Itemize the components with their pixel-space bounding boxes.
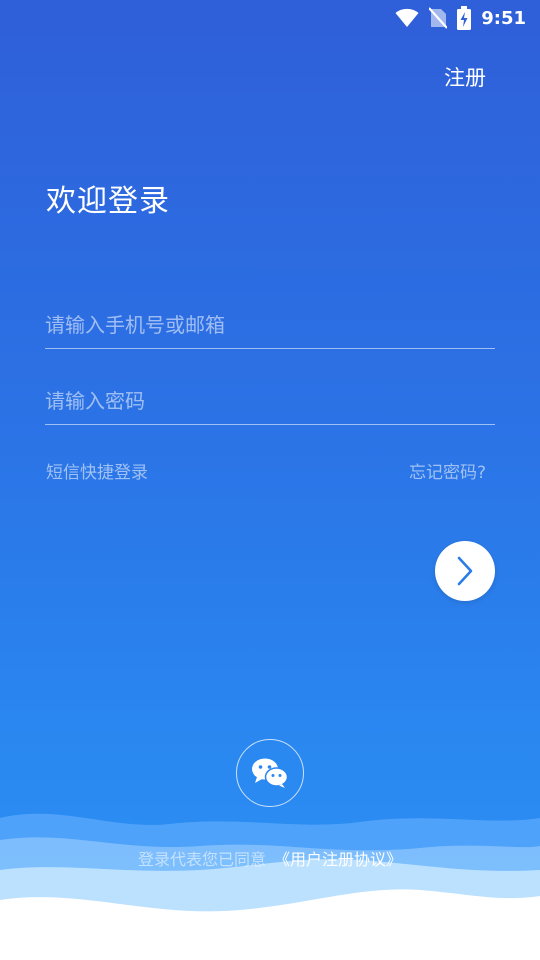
phone-email-input[interactable] [45, 302, 495, 348]
battery-charging-icon [457, 6, 472, 30]
login-submit-button[interactable] [435, 541, 495, 601]
password-input[interactable] [45, 378, 495, 424]
no-sim-icon [429, 7, 448, 29]
forgot-password-link[interactable]: 忘记密码? [409, 458, 486, 483]
wifi-icon [395, 8, 419, 28]
register-link[interactable]: 注册 [444, 62, 486, 92]
page-title: 欢迎登录 [46, 184, 170, 219]
agreement-prefix: 登录代表您已同意 [137, 850, 266, 869]
phone-email-field-container [45, 302, 495, 349]
wechat-icon [251, 757, 289, 789]
wechat-login-button[interactable] [236, 739, 304, 807]
password-field-container [45, 378, 495, 425]
agreement-text: 登录代表您已同意 《用户注册协议》 [0, 846, 540, 870]
user-agreement-link[interactable]: 《用户注册协议》 [274, 850, 402, 869]
status-time: 9:51 [481, 7, 526, 29]
status-icons: 9:51 [395, 6, 526, 30]
decorative-waves [0, 813, 540, 960]
sms-login-link[interactable]: 短信快捷登录 [46, 458, 148, 483]
chevron-right-icon [455, 555, 475, 587]
status-bar: 9:51 [0, 0, 540, 36]
